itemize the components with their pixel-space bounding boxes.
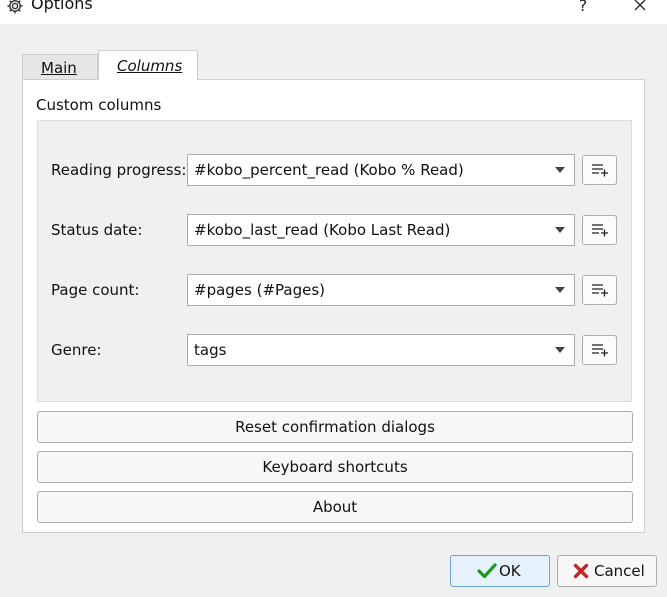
ok-label: OK (499, 562, 521, 580)
ok-button[interactable]: OK (450, 555, 550, 587)
reading-progress-add-column-button[interactable] (582, 155, 617, 185)
tab-main-label: Main (41, 59, 77, 77)
reset-confirmation-dialogs-button[interactable]: Reset confirmation dialogs (37, 411, 633, 443)
genre-add-column-button[interactable] (582, 335, 617, 365)
custom-columns-title: Custom columns (36, 96, 162, 114)
page-count-label: Page count: (51, 281, 140, 299)
title-bar: Options ? (0, 0, 667, 24)
chevron-down-icon (555, 287, 565, 293)
keyboard-shortcuts-button[interactable]: Keyboard shortcuts (37, 451, 633, 483)
chevron-down-icon (555, 347, 565, 353)
page-count-add-column-button[interactable] (582, 275, 617, 305)
gear-icon (6, 0, 24, 15)
tab-columns[interactable]: Columns (98, 50, 198, 80)
reading-progress-combo[interactable]: #kobo_percent_read (Kobo % Read) (187, 154, 575, 186)
chevron-down-icon (555, 227, 565, 233)
page-count-combo[interactable]: #pages (#Pages) (187, 274, 575, 306)
list-add-icon (592, 224, 608, 237)
help-button[interactable]: ? (568, 0, 598, 20)
checkmark-icon (477, 563, 497, 579)
status-date-add-column-button[interactable] (582, 215, 617, 245)
page-count-value: #pages (#Pages) (194, 281, 326, 299)
list-add-icon (592, 164, 608, 177)
close-icon (634, 0, 646, 11)
tab-columns-label: Columns (117, 57, 183, 75)
about-button[interactable]: About (37, 491, 633, 523)
window-title: Options (31, 0, 93, 13)
chevron-down-icon (555, 167, 565, 173)
genre-value: tags (194, 341, 227, 359)
genre-combo[interactable]: tags (187, 334, 575, 366)
reading-progress-label: Reading progress: (51, 161, 187, 179)
close-button[interactable] (625, 0, 655, 19)
list-add-icon (592, 284, 608, 297)
cancel-label: Cancel (594, 562, 645, 580)
reading-progress-value: #kobo_percent_read (Kobo % Read) (194, 161, 464, 179)
list-add-icon (592, 344, 608, 357)
status-date-label: Status date: (51, 221, 143, 239)
tab-main[interactable]: Main (22, 54, 98, 80)
status-date-value: #kobo_last_read (Kobo Last Read) (194, 221, 451, 239)
cancel-button[interactable]: Cancel (557, 555, 657, 587)
close-icon (573, 563, 589, 579)
genre-label: Genre: (51, 341, 102, 359)
columns-tab-panel: Custom columns Reading progress: #kobo_p… (22, 79, 645, 533)
status-date-combo[interactable]: #kobo_last_read (Kobo Last Read) (187, 214, 575, 246)
custom-columns-group: Reading progress: #kobo_percent_read (Ko… (37, 120, 632, 402)
